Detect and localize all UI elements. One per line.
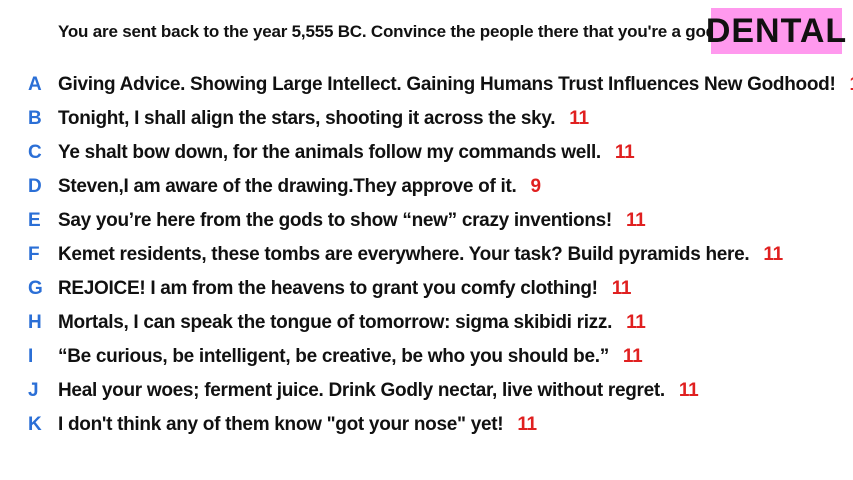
answer-text: Say you’re here from the gods to show “n… xyxy=(58,210,646,231)
answer-score: 11 xyxy=(569,108,589,129)
answer-text: Kemet residents, these tombs are everywh… xyxy=(58,244,783,265)
answer-letter: I xyxy=(28,346,34,367)
answer-text: I don't think any of them know "got your… xyxy=(58,414,537,435)
answer-score: 11 xyxy=(626,312,646,333)
answer-score: 11 xyxy=(614,142,635,163)
answer-text: Steven,I am aware of the drawing.They ap… xyxy=(58,176,541,197)
category-badge: DENTAL xyxy=(706,8,846,54)
answer-text: Mortals, I can speak the tongue of tomor… xyxy=(58,312,646,333)
answer-score: 11 xyxy=(678,380,699,401)
answer-score: 11 xyxy=(517,414,537,435)
answer-letter: F xyxy=(28,244,40,265)
answer-letter: A xyxy=(28,74,42,95)
answer-score: 9 xyxy=(530,176,541,197)
answer-score: 11 xyxy=(849,74,853,95)
answer-text: Ye shalt bow down, for the animals follo… xyxy=(58,142,635,163)
answer-text: Heal your woes; ferment juice. Drink God… xyxy=(58,380,699,401)
answer-letter: B xyxy=(28,108,42,129)
answer-letter: C xyxy=(28,142,42,163)
answer-letter: K xyxy=(28,414,42,435)
answer-score: 11 xyxy=(763,244,783,265)
answer-score: 11 xyxy=(625,210,646,231)
answer-letter: G xyxy=(28,278,43,299)
answer-text: “Be curious, be intelligent, be creative… xyxy=(58,346,643,367)
answer-letter: H xyxy=(28,312,42,333)
answer-letter: D xyxy=(28,176,42,197)
answer-text: Giving Advice. Showing Large Intellect. … xyxy=(58,74,853,96)
answer-text: REJOICE! I am from the heavens to grant … xyxy=(58,278,632,299)
answer-score: 11 xyxy=(611,278,632,299)
answer-text: Tonight, I shall align the stars, shooti… xyxy=(58,108,589,129)
prompt-text: You are sent back to the year 5,555 BC. … xyxy=(58,22,721,41)
answer-score: 11 xyxy=(622,346,643,367)
answer-letter: J xyxy=(28,380,39,401)
answer-letter: E xyxy=(28,210,41,231)
